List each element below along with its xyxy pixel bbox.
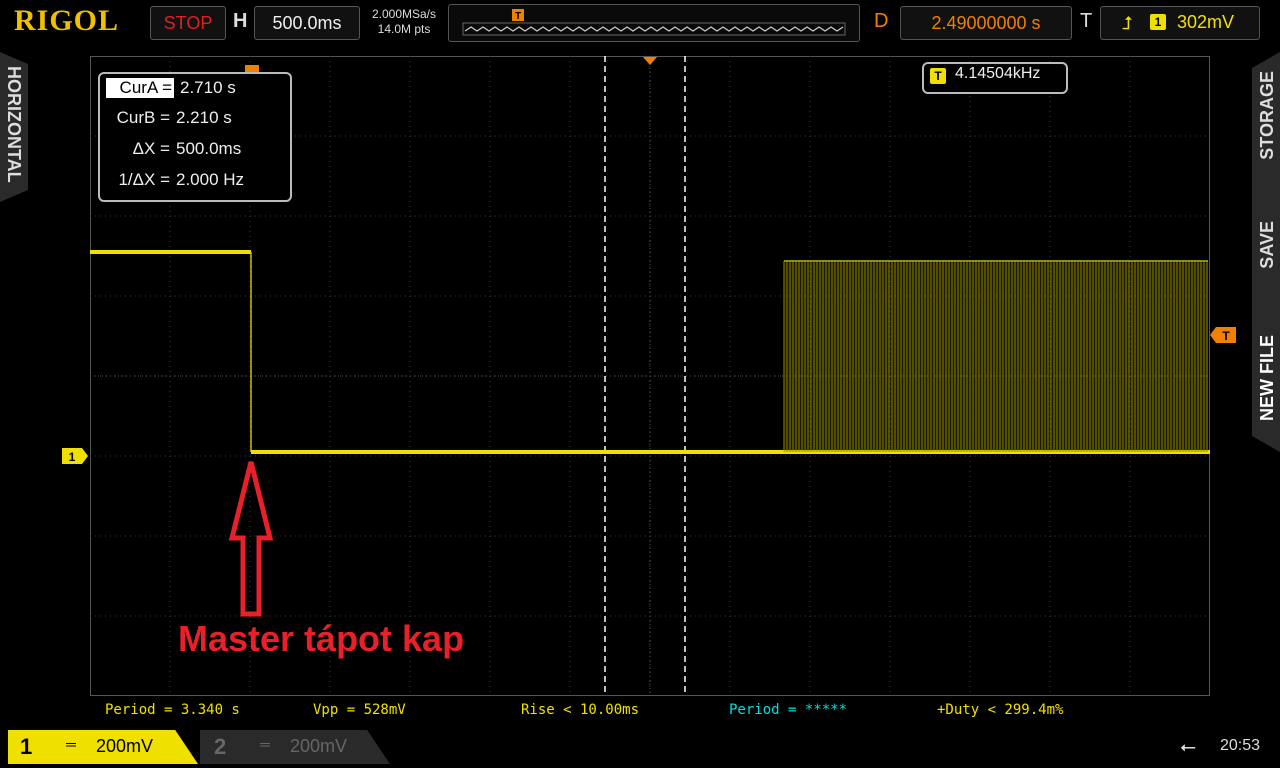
svg-text:T: T: [1222, 329, 1230, 343]
memory-trigger-marker-icon: T: [512, 9, 524, 22]
clock: 20:53: [1220, 737, 1261, 754]
annotation-arrow-icon: [228, 461, 274, 617]
horizontal-side-tab[interactable]: HORIZONTAL: [0, 52, 28, 202]
top-status-bar: RIGOL STOP H 500.0ms 2.000MSa/s 14.0M pt…: [0, 0, 1280, 46]
channel-2-scale: 200mV: [290, 736, 348, 756]
run-stop-button[interactable]: STOP: [150, 6, 226, 40]
rigol-logo: RIGOL: [14, 4, 120, 37]
delta-x-value: 500.0ms: [176, 139, 242, 158]
dc-coupling-icon: ═: [66, 736, 76, 752]
delay-value[interactable]: 2.49000000 s: [900, 6, 1072, 40]
storage-tab-label: STORAGE: [1257, 71, 1277, 160]
measurement-vpp: Vpp = 528mV: [313, 702, 406, 718]
sample-rate: 2.000MSa/s: [371, 7, 437, 21]
cursor-a-label: CurA =: [106, 78, 174, 98]
delta-x-label: ΔX =: [132, 139, 170, 158]
pulse-burst: [783, 260, 1208, 452]
cursor-readout-panel: CurA = 2.710 s CurB = 2.210 s ΔX = 500.0ms …: [98, 72, 292, 202]
inverse-delta-x-label: 1/ΔX =: [118, 170, 170, 189]
delay-label: D: [874, 10, 889, 32]
save-tab[interactable]: SAVE: [1257, 216, 1278, 269]
annotation-text: Master tápot kap: [178, 618, 465, 659]
new-file-tab-label: NEW FILE: [1257, 335, 1277, 421]
cursor-a-value: 2.710 s: [180, 78, 236, 97]
memory-overview-waveform: T: [462, 9, 846, 36]
memory-overview-bar[interactable]: T: [448, 4, 860, 42]
measurement-period-ch1: Period = 3.340 s: [105, 702, 240, 718]
trigger-frequency-badge: T: [930, 68, 946, 84]
measurement-duty: +Duty < 299.4m%: [937, 702, 1064, 718]
channel-1-offset-marker-icon[interactable]: 1: [60, 447, 90, 465]
dc-coupling-icon: ═: [260, 736, 270, 752]
svg-text:1: 1: [69, 450, 76, 464]
usb-icon: ⭠: [1180, 736, 1196, 758]
measurement-rise: Rise < 10.00ms: [521, 702, 640, 718]
svg-text:T: T: [515, 11, 521, 22]
channel-2-number: 2: [214, 734, 227, 759]
new-file-tab[interactable]: NEW FILE: [1257, 330, 1278, 421]
memory-depth: 14.0M pts: [377, 22, 431, 36]
storage-tab[interactable]: STORAGE: [1257, 66, 1278, 160]
trigger-position-marker-icon: [643, 57, 657, 65]
acquisition-info: 2.000MSa/s 14.0M pts: [364, 7, 444, 37]
horizontal-label: H: [233, 10, 248, 32]
trigger-frequency-value: 4.14504kHz: [955, 65, 1041, 82]
channel-1-scale: 200mV: [96, 736, 154, 756]
cursor-b-label: CurB =: [116, 108, 170, 127]
horizontal-tab-label: HORIZONTAL: [4, 66, 24, 183]
save-tab-label: SAVE: [1257, 221, 1277, 269]
channel-1-number: 1: [20, 734, 33, 759]
channel-1-button[interactable]: 1 ═ 200mV: [8, 730, 198, 764]
trigger-level-marker-icon[interactable]: T: [1210, 326, 1238, 344]
channel-2-button[interactable]: 2 ═ 200mV: [200, 730, 390, 764]
trigger-source-badge: 1: [1150, 14, 1166, 30]
timebase-value[interactable]: 500.0ms: [254, 6, 360, 40]
rising-edge-icon: ⮥: [1122, 13, 1133, 33]
cursor-b-value: 2.210 s: [176, 108, 232, 127]
trigger-level-value[interactable]: 302mV: [1177, 6, 1234, 38]
trigger-label: T: [1080, 10, 1093, 32]
inverse-delta-x-value: 2.000 Hz: [176, 170, 245, 189]
measurement-period-ch2: Period = *****: [729, 702, 848, 718]
